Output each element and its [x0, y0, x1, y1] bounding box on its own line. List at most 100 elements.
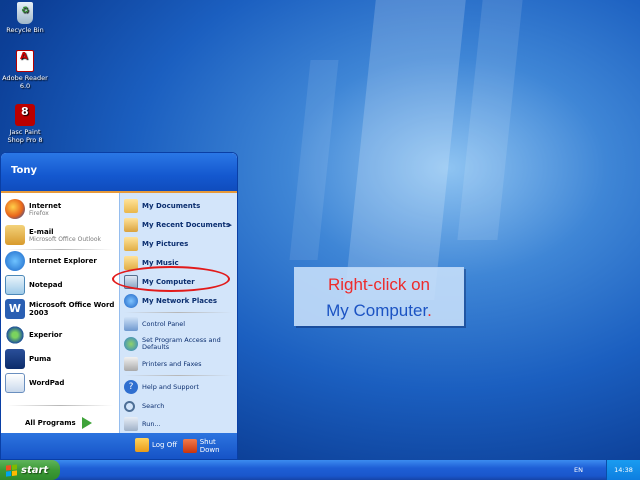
menu-item-set-program-access[interactable]: Set Program Access and Defaults	[124, 333, 236, 355]
menu-item-my-network-places[interactable]: My Network Places	[124, 292, 236, 310]
menu-item-wordpad[interactable]: WordPad	[5, 371, 117, 395]
desktop-icon-recycle-bin[interactable]: ♻ Recycle Bin	[2, 2, 48, 34]
wallpaper-streak	[289, 60, 339, 260]
run-icon	[124, 417, 138, 431]
menu-item-label: Run...	[142, 419, 161, 428]
log-off-icon	[135, 438, 149, 452]
menu-item-control-panel[interactable]: Control Panel	[124, 315, 236, 333]
menu-item-run[interactable]: Run...	[124, 415, 236, 433]
help-icon: ?	[124, 380, 138, 394]
menu-item-my-pictures[interactable]: My Pictures	[124, 235, 236, 253]
power-icon	[183, 439, 197, 453]
control-panel-icon	[124, 317, 138, 331]
notepad-icon	[5, 275, 25, 295]
menu-item-notepad[interactable]: Notepad	[5, 273, 117, 297]
menu-item-my-recent-documents[interactable]: My Recent Documents ▸	[124, 216, 236, 234]
menu-item-title: 2003	[29, 309, 49, 317]
callout-period: .	[427, 301, 432, 320]
wallpaper-streak	[344, 0, 466, 300]
user-name: Tony	[11, 165, 38, 176]
menu-item-label: My Pictures	[142, 240, 189, 248]
desktop-icon-label: Shop Pro 8	[7, 136, 43, 144]
menu-separator	[124, 375, 232, 376]
firefox-icon	[5, 199, 25, 219]
menu-item-search[interactable]: Search	[124, 397, 236, 415]
system-tray: 14:38	[606, 460, 640, 480]
menu-item-title: Microsoft Office Word	[29, 301, 115, 309]
wallpaper-streak	[457, 0, 523, 240]
start-label: start	[21, 464, 49, 476]
recycle-bin-icon: ♻	[17, 2, 33, 24]
menu-item-label: Help and Support	[142, 382, 199, 391]
program-access-icon	[124, 337, 138, 351]
places-panel: My Documents My Recent Documents ▸ My Pi…	[119, 193, 237, 435]
instruction-callout: Right-click on My Computer.	[294, 267, 464, 326]
desktop-icon-paint-shop-pro[interactable]: 8 Jasc Paint Shop Pro 8	[2, 104, 48, 144]
start-menu-header: Tony	[1, 153, 237, 193]
internet-explorer-icon	[5, 251, 25, 271]
callout-line-1: Right-click on	[327, 275, 431, 294]
windows-logo-icon	[6, 463, 17, 477]
language-indicator[interactable]: EN	[574, 466, 583, 474]
network-places-icon	[124, 294, 138, 308]
submenu-arrow-icon: ▸	[228, 221, 232, 229]
desktop-icon-label: Jasc Paint	[9, 128, 41, 136]
start-menu-footer: Log Off Shut Down	[1, 433, 237, 459]
wordpad-icon	[5, 373, 25, 393]
highlight-oval	[112, 266, 230, 292]
shut-down-label: Shut Down	[199, 438, 220, 454]
desktop-icon-adobe-reader[interactable]: A Adobe Reader 6.0	[2, 50, 48, 90]
menu-item-title: Internet	[29, 201, 62, 210]
taskbar: start EN 14:38	[0, 460, 640, 480]
menu-item-title: Puma	[29, 355, 52, 363]
desktop-icon-label: Adobe Reader	[2, 74, 48, 82]
menu-item-subtitle: Firefox	[29, 209, 49, 217]
my-documents-icon	[124, 199, 138, 213]
pinned-programs: Internet Firefox E-mail Microsoft Office O…	[1, 193, 119, 435]
menu-item-help-support[interactable]: ? Help and Support	[124, 378, 236, 396]
recent-documents-icon	[124, 218, 138, 232]
menu-item-label: My Documents	[142, 202, 201, 210]
puma-icon	[5, 349, 25, 369]
menu-item-internet-explorer[interactable]: Internet Explorer	[5, 249, 117, 273]
word-icon: W	[5, 299, 25, 319]
menu-item-internet[interactable]: Internet Firefox	[5, 197, 117, 221]
desktop-icon-label: Recycle Bin	[6, 26, 44, 34]
menu-item-title: WordPad	[29, 379, 65, 387]
all-programs-button[interactable]: All Programs	[25, 411, 105, 435]
menu-item-puma[interactable]: Puma	[5, 347, 117, 371]
menu-item-email[interactable]: E-mail Microsoft Office Outlook	[5, 223, 117, 247]
menu-item-experior[interactable]: Experior	[5, 323, 117, 347]
menu-item-label: Defaults	[142, 343, 170, 351]
start-menu: Tony Internet Firefox E-mail Microsoft Off…	[0, 152, 238, 460]
menu-item-label: Search	[142, 401, 165, 410]
all-programs-label: All Programs	[25, 419, 76, 427]
shut-down-button[interactable]: Shut Down	[183, 438, 237, 454]
menu-item-my-documents[interactable]: My Documents	[124, 197, 236, 215]
menu-item-label: Printers and Faxes	[142, 359, 202, 368]
search-icon	[124, 400, 135, 412]
start-button[interactable]: start	[0, 460, 60, 480]
desktop-icon-label: 6.0	[19, 82, 31, 90]
outlook-icon	[5, 225, 25, 245]
my-pictures-icon	[124, 237, 138, 251]
log-off-button[interactable]: Log Off	[135, 438, 177, 452]
printers-icon	[124, 357, 138, 371]
menu-item-title: Experior	[29, 331, 63, 339]
log-off-label: Log Off	[152, 441, 178, 449]
paint-shop-pro-icon: 8	[15, 104, 35, 126]
menu-item-label: Control Panel	[142, 319, 186, 328]
menu-item-title: Notepad	[29, 281, 63, 289]
menu-separator	[124, 312, 232, 313]
experior-icon	[5, 325, 25, 345]
menu-item-printers-faxes[interactable]: Printers and Faxes	[124, 355, 236, 373]
menu-item-label: My Recent Documents	[142, 221, 231, 229]
menu-item-title: Internet Explorer	[29, 257, 97, 265]
menu-item-label: My Network Places	[142, 297, 218, 305]
menu-separator	[7, 405, 113, 406]
menu-item-word[interactable]: W Microsoft Office Word 2003	[5, 297, 117, 321]
menu-item-title: E-mail	[29, 227, 54, 236]
arrow-right-icon	[81, 417, 92, 429]
clock[interactable]: 14:38	[614, 466, 633, 474]
menu-item-subtitle: Microsoft Office Outlook	[29, 235, 101, 243]
